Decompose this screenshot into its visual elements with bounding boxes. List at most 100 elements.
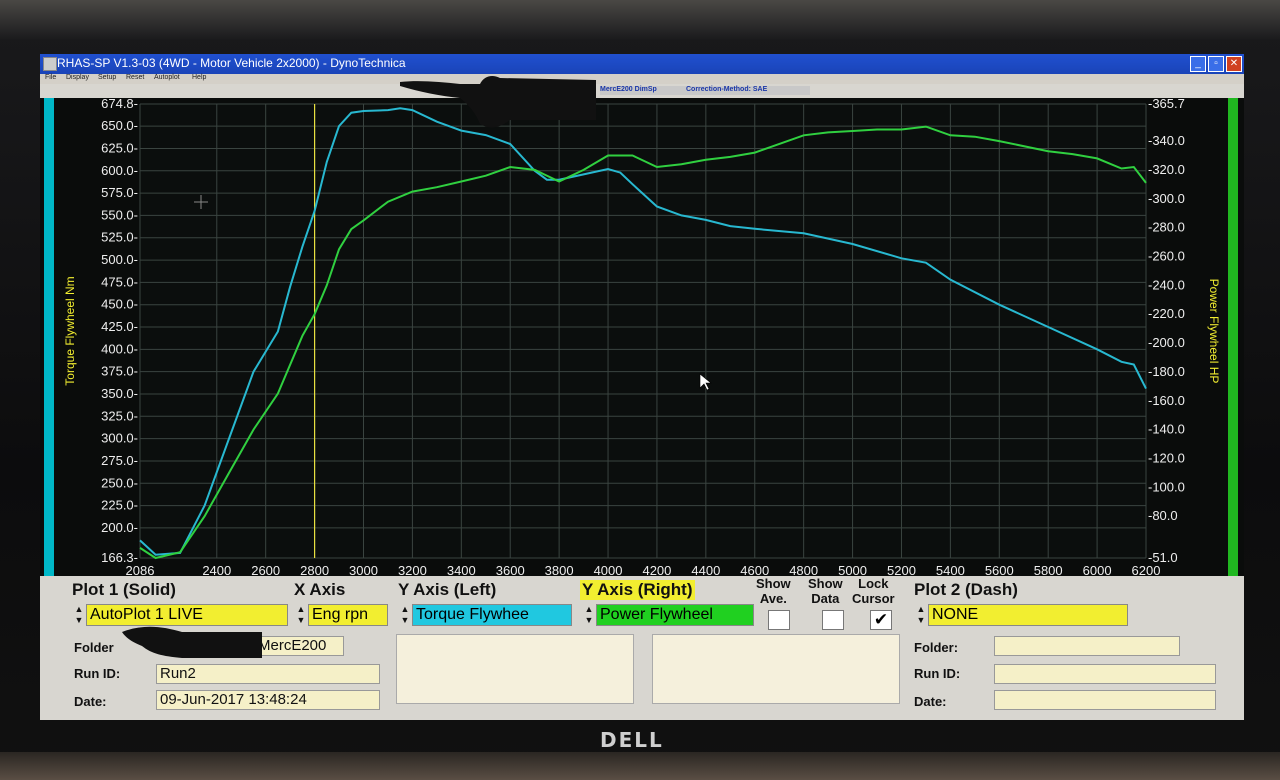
menu-help[interactable]: Help bbox=[192, 74, 206, 81]
menu-bar: File Display Setup Reset Autoplot Help bbox=[40, 74, 1244, 84]
menu-setup[interactable]: Setup bbox=[98, 74, 116, 81]
y-right-tick-label: -220.0 bbox=[1148, 306, 1185, 321]
x-tick-label: 5000 bbox=[838, 563, 867, 576]
y-left-tick-label: 275.0- bbox=[101, 453, 138, 468]
y-left-tick-label: 475.0- bbox=[101, 274, 138, 289]
background-desk bbox=[0, 752, 1280, 780]
lock-cursor-label: Lock Cursor bbox=[852, 576, 895, 606]
app-icon bbox=[43, 57, 57, 71]
menu-autoplot[interactable]: Autoplot bbox=[154, 74, 180, 81]
show-ave-label: Show Ave. bbox=[756, 576, 791, 606]
yleft-label: Y Axis (Left) bbox=[398, 580, 497, 599]
plot1-date-value: 09-Jun-2017 13:48:24 bbox=[156, 690, 380, 710]
y-left-tick-label: 500.0- bbox=[101, 252, 138, 267]
yright-label: Y Axis (Right) bbox=[580, 580, 695, 600]
show-ave-label-line2: Ave. bbox=[759, 591, 787, 606]
minimize-button[interactable]: _ bbox=[1190, 56, 1206, 72]
y-left-tick-label: 300.0- bbox=[101, 431, 138, 446]
y-left-tick-label: 525.0- bbox=[101, 230, 138, 245]
x-tick-label: 3200 bbox=[398, 563, 427, 576]
x-tick-label: 5200 bbox=[887, 563, 916, 576]
y-left-tick-label: 325.0- bbox=[101, 408, 138, 423]
x-tick-label: 5400 bbox=[936, 563, 965, 576]
menu-file[interactable]: File bbox=[45, 74, 56, 81]
yright-spinner[interactable]: ▲ ▼ bbox=[584, 604, 594, 626]
plot2-source-select[interactable]: NONE bbox=[928, 604, 1128, 626]
y-left-tick-label: 250.0- bbox=[101, 475, 138, 490]
window-title: RHAS-SP V1.3-03 (4WD - Motor Vehicle 2x2… bbox=[57, 56, 406, 70]
x-tick-label: 4400 bbox=[691, 563, 720, 576]
checkmark-icon: ✔ bbox=[873, 610, 889, 629]
plot2-runid-label: Run ID: bbox=[914, 666, 961, 681]
plot1-spinner[interactable]: ▲ ▼ bbox=[74, 604, 84, 626]
x-tick-label: 2800 bbox=[300, 563, 329, 576]
xaxis-label: X Axis bbox=[294, 580, 346, 599]
show-data-checkbox[interactable] bbox=[822, 610, 844, 630]
y-left-tick-label: 375.0- bbox=[101, 364, 138, 379]
y-left-tick-label: 350.0- bbox=[101, 386, 138, 401]
x-tick-label: 4800 bbox=[789, 563, 818, 576]
info-correction: Correction-Method: SAE bbox=[686, 86, 768, 93]
plot1-date-label: Date: bbox=[74, 694, 107, 709]
y-left-axis-title: Torque Flywheel Nm bbox=[63, 276, 77, 385]
menu-display[interactable]: Display bbox=[66, 74, 89, 81]
maximize-button[interactable]: ▫ bbox=[1208, 56, 1224, 72]
y-left-tick-label: 225.0- bbox=[101, 498, 138, 513]
notes-box-left[interactable] bbox=[396, 634, 634, 704]
yright-select[interactable]: Power Flywheel bbox=[596, 604, 754, 626]
yleft-select[interactable]: Torque Flywhee bbox=[412, 604, 572, 626]
show-data-label: Show Data bbox=[808, 576, 843, 606]
xaxis-spinner[interactable]: ▲ ▼ bbox=[296, 604, 306, 626]
lock-cursor-checkbox[interactable]: ✔ bbox=[870, 610, 892, 630]
y-left-tick-label: 625.0- bbox=[101, 140, 138, 155]
plot2-date-value bbox=[994, 690, 1216, 710]
plot1-runid-label: Run ID: bbox=[74, 666, 121, 681]
plot1-label: Plot 1 (Solid) bbox=[72, 580, 176, 599]
x-tick-label: 4600 bbox=[740, 563, 769, 576]
y-right-tick-label: -160.0 bbox=[1148, 393, 1185, 408]
y-left-tick-label: 575.0- bbox=[101, 185, 138, 200]
show-ave-checkbox[interactable] bbox=[768, 610, 790, 630]
plot2-spinner[interactable]: ▲ ▼ bbox=[916, 604, 926, 626]
notes-box-right[interactable] bbox=[652, 634, 900, 704]
y-left-tick-label: 450.0- bbox=[101, 297, 138, 312]
y-left-tick-label: 400.0- bbox=[101, 341, 138, 356]
y-right-tick-label: -365.7 bbox=[1148, 98, 1185, 111]
plot2-label: Plot 2 (Dash) bbox=[914, 580, 1018, 599]
x-tick-label: 3000 bbox=[349, 563, 378, 576]
plot2-folder-value bbox=[994, 636, 1180, 656]
y-left-tick-label: 200.0- bbox=[101, 520, 138, 535]
x-tick-label: 4000 bbox=[594, 563, 623, 576]
xaxis-select[interactable]: Eng rpn bbox=[308, 604, 388, 626]
y-right-tick-label: -140.0 bbox=[1148, 422, 1185, 437]
show-data-label-line1: Show bbox=[808, 576, 843, 591]
yleft-spinner[interactable]: ▲ ▼ bbox=[400, 604, 410, 626]
y-right-tick-label: -120.0 bbox=[1148, 450, 1185, 465]
right-axis-color-bar bbox=[1228, 98, 1238, 576]
y-right-tick-label: -80.0 bbox=[1148, 508, 1178, 523]
y-right-axis-title: Power Flywheel HP bbox=[1207, 279, 1221, 384]
window-titlebar: RHAS-SP V1.3-03 (4WD - Motor Vehicle 2x2… bbox=[40, 54, 1244, 74]
chart-svg: 2086 2400 2600 2800 3000 3200 3400 3600 3800 4000… bbox=[63, 96, 1221, 578]
info-strip: MercE200 DimSp Correction-Method: SAE bbox=[600, 86, 810, 95]
plot1-folder-label: Folder bbox=[74, 640, 114, 655]
plot2-runid-value bbox=[994, 664, 1216, 684]
menu-reset[interactable]: Reset bbox=[126, 74, 144, 81]
x-tick-label: 3800 bbox=[545, 563, 574, 576]
control-panel: Plot 1 (Solid) ▲ ▼ AutoPlot 1 LIVE Folder… bbox=[52, 576, 1228, 718]
monitor-screen: RHAS-SP V1.3-03 (4WD - Motor Vehicle 2x2… bbox=[40, 54, 1244, 720]
y-right-tick-label: -180.0 bbox=[1148, 364, 1185, 379]
y-left-tick-label: 425.0- bbox=[101, 319, 138, 334]
x-tick-label: 2400 bbox=[202, 563, 231, 576]
dyno-chart[interactable]: 2086 2400 2600 2800 3000 3200 3400 3600 3800 4000… bbox=[40, 96, 1244, 578]
x-tick-label: 3400 bbox=[447, 563, 476, 576]
monitor-brand-logo: DELL bbox=[600, 728, 664, 752]
y-left-tick-label: 674.8- bbox=[101, 98, 138, 111]
show-ave-label-line1: Show bbox=[756, 576, 791, 591]
close-button[interactable]: ✕ bbox=[1226, 56, 1242, 72]
x-tick-label: 3600 bbox=[496, 563, 525, 576]
y-right-tick-label: -200.0 bbox=[1148, 335, 1185, 350]
x-tick-label: 5600 bbox=[985, 563, 1014, 576]
y-right-tick-label: -280.0 bbox=[1148, 220, 1185, 235]
plot1-folder-value: MercE200 bbox=[254, 636, 344, 656]
